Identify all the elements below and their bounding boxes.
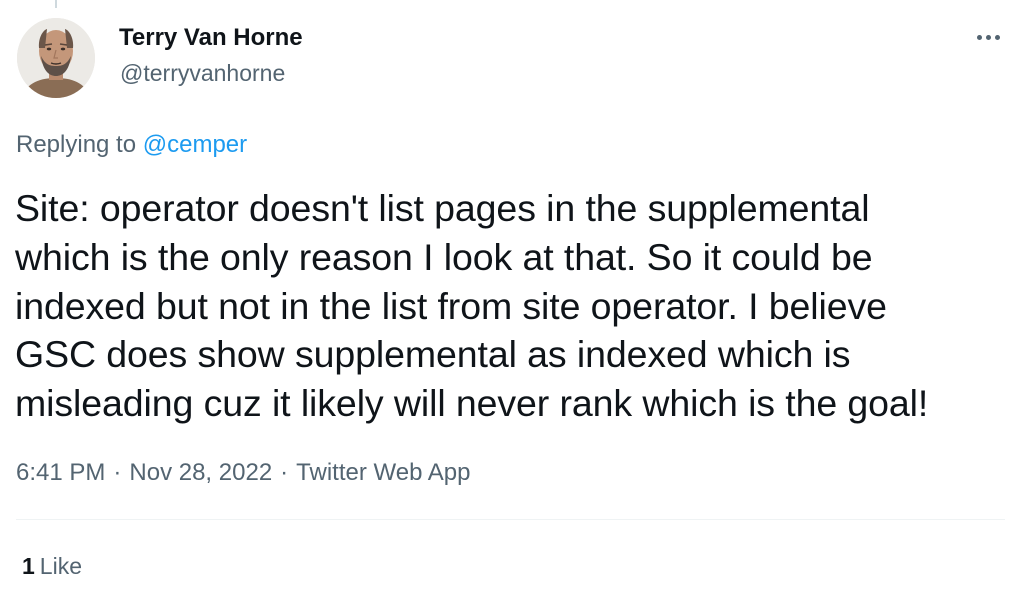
tweet-source[interactable]: Twitter Web App	[296, 459, 470, 486]
like-count: 1	[22, 553, 35, 579]
meta-separator: ·	[113, 459, 122, 486]
replying-to-label: Replying to	[16, 131, 137, 158]
likes-link[interactable]: 1 Like	[22, 553, 82, 580]
meta-separator: ·	[280, 459, 289, 486]
tweet-text: Site: operator doesn't list pages in the…	[15, 187, 929, 425]
thread-connector-line	[55, 0, 57, 8]
tweet-time[interactable]: 6:41 PM	[16, 459, 105, 486]
author-handle[interactable]: @terryvanhorne	[120, 60, 285, 87]
more-horizontal-icon	[976, 34, 1000, 40]
replying-to-line: Replying to @cemper	[16, 131, 247, 159]
reply-mention-link[interactable]: @cemper	[143, 131, 247, 158]
avatar-portrait-icon	[17, 18, 95, 98]
tweet-date[interactable]: Nov 28, 2022	[129, 459, 272, 486]
tweet-metadata: 6:41 PM · Nov 28, 2022 · Twitter Web App	[16, 459, 470, 487]
like-label: Like	[39, 553, 82, 579]
more-options-button[interactable]	[970, 22, 1006, 52]
divider	[16, 519, 1005, 520]
author-display-name[interactable]: Terry Van Horne	[119, 24, 303, 52]
avatar[interactable]	[17, 18, 95, 98]
